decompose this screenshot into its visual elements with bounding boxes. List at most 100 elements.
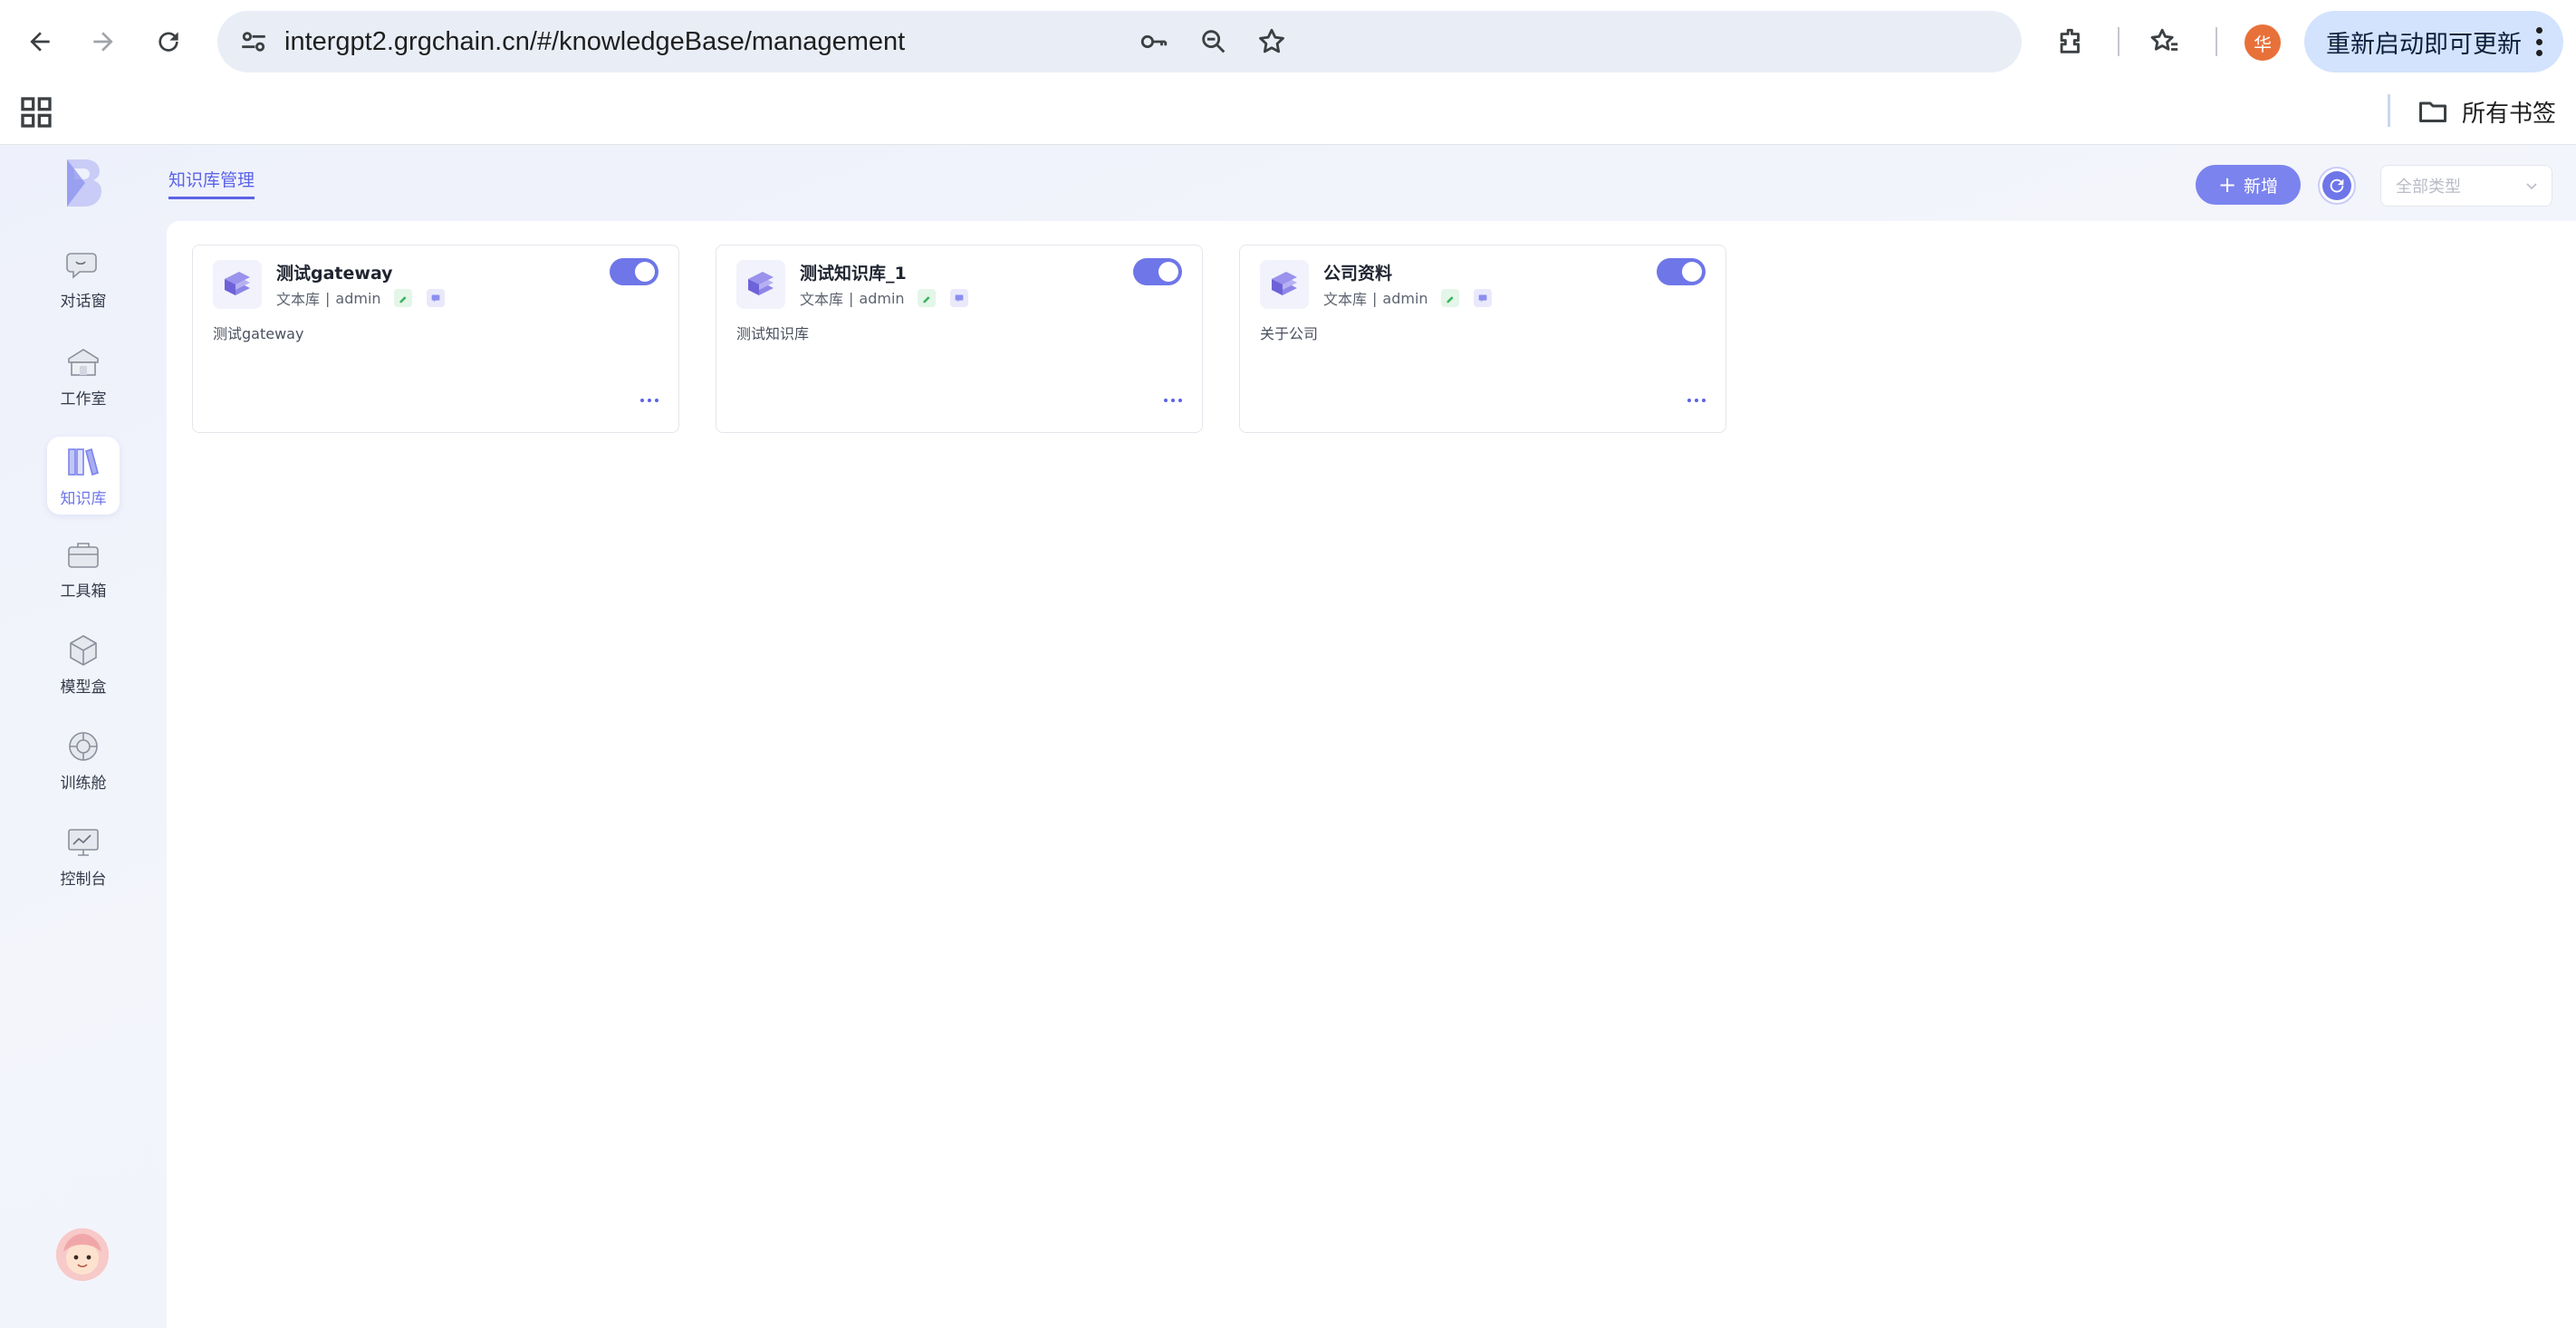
- type-filter-select[interactable]: 全部类型: [2380, 165, 2552, 207]
- edit-icon[interactable]: [393, 289, 412, 307]
- reload-icon: [159, 32, 178, 52]
- back-button[interactable]: [14, 16, 65, 67]
- plus-icon: +: [2217, 172, 2237, 197]
- all-bookmarks-label: 所有书签: [2462, 100, 2557, 128]
- message-icon[interactable]: [426, 289, 445, 307]
- sidebar-item-training[interactable]: 训练舱: [47, 721, 120, 799]
- toolbar-divider: [2216, 27, 2217, 56]
- sidebar-item-studio[interactable]: 工作室: [47, 337, 120, 415]
- card-title: 测试知识库_1: [800, 264, 907, 284]
- sidebar-label: 工作室: [60, 390, 107, 409]
- bookmarks-bar: 所有书签: [0, 83, 2576, 145]
- sidebar-item-chat[interactable]: 对话窗: [47, 239, 120, 317]
- folder-icon: [2419, 101, 2446, 122]
- more-menu-icon[interactable]: [2536, 27, 2543, 56]
- user-avatar-icon: [56, 1228, 109, 1281]
- reading-list-star-icon[interactable]: [2139, 16, 2190, 67]
- card-owner: admin: [335, 289, 381, 307]
- studio-icon: [68, 349, 99, 376]
- card-meta: 文本库 | admin: [800, 287, 968, 309]
- sidebar-label: 训练舱: [60, 775, 107, 793]
- main-area: 知识库管理 + 新增 全部类型 测试gateway 文本库 | admin 测试…: [167, 145, 2576, 1328]
- relaunch-update-button[interactable]: 重新启动即可更新: [2304, 11, 2563, 72]
- card-meta: 文本库 | admin: [276, 287, 445, 309]
- card-title: 公司资料: [1323, 264, 1393, 284]
- console-icon: [68, 829, 99, 856]
- card-type: 文本库: [276, 291, 321, 308]
- sidebar-item-toolbox[interactable]: 工具箱: [47, 529, 120, 607]
- model-box-icon: [70, 635, 97, 666]
- knowledge-card[interactable]: 公司资料 文本库 | admin 关于公司: [1239, 245, 1726, 433]
- toolbar-divider: [2118, 27, 2119, 56]
- sidebar: 对话窗 工作室 知识库 工具箱 模型盒 训练舱 控制台: [0, 145, 167, 1328]
- refresh-button[interactable]: [2318, 167, 2356, 205]
- tab-knowledge-base-management[interactable]: 知识库管理: [168, 167, 255, 199]
- book-stack-icon: [213, 260, 262, 309]
- books-icon: [68, 447, 99, 476]
- message-icon[interactable]: [949, 289, 968, 307]
- url-text[interactable]: intergpt2.grgchain.cn/#/knowledgeBase/ma…: [284, 11, 905, 72]
- reload-button[interactable]: [143, 16, 194, 67]
- add-label: 新增: [2244, 176, 2279, 197]
- more-options-icon[interactable]: [1164, 394, 1182, 407]
- more-options-icon[interactable]: [640, 394, 658, 407]
- meta-separator: |: [325, 289, 331, 307]
- address-bar[interactable]: intergpt2.grgchain.cn/#/knowledgeBase/ma…: [217, 11, 2022, 72]
- card-grid: 测试gateway 文本库 | admin 测试gateway 测试知识库_1: [167, 221, 2576, 1328]
- sidebar-item-console[interactable]: 控制台: [47, 817, 120, 895]
- forward-button[interactable]: [78, 16, 129, 67]
- card-type: 文本库: [1323, 291, 1368, 308]
- knowledge-card[interactable]: 测试gateway 文本库 | admin 测试gateway: [192, 245, 679, 433]
- chevron-down-icon: [2526, 183, 2537, 190]
- sidebar-label: 控制台: [60, 871, 107, 889]
- training-icon: [69, 732, 98, 761]
- card-description: 测试知识库: [736, 325, 810, 342]
- apps-grid-icon[interactable]: [18, 94, 54, 130]
- app-root: 对话窗 工作室 知识库 工具箱 模型盒 训练舱 控制台 知识库管理 + 新增 全…: [0, 145, 2576, 1328]
- toolbox-icon: [68, 543, 99, 568]
- sidebar-item-model-box[interactable]: 模型盒: [47, 625, 120, 703]
- update-label: 重新启动即可更新: [2326, 30, 2522, 59]
- card-description: 测试gateway: [213, 325, 304, 342]
- meta-separator: |: [1372, 289, 1378, 307]
- arrow-left-icon: [30, 32, 50, 52]
- card-owner: admin: [1382, 289, 1428, 307]
- refresh-icon: [2322, 171, 2351, 200]
- add-button[interactable]: + 新增: [2196, 165, 2301, 205]
- meta-separator: |: [849, 289, 854, 307]
- bookmark-star-icon[interactable]: [1254, 24, 1290, 60]
- card-owner: admin: [859, 289, 905, 307]
- sidebar-item-knowledge-base[interactable]: 知识库: [47, 437, 120, 515]
- sidebar-label: 对话窗: [60, 293, 107, 311]
- edit-icon[interactable]: [917, 289, 936, 307]
- book-stack-icon: [1260, 260, 1309, 309]
- card-title: 测试gateway: [276, 264, 393, 284]
- card-type: 文本库: [800, 291, 844, 308]
- all-bookmarks-button[interactable]: 所有书签: [2417, 89, 2556, 134]
- type-filter-placeholder: 全部类型: [2396, 178, 2461, 197]
- chat-icon: [66, 253, 97, 279]
- message-icon[interactable]: [1473, 289, 1492, 307]
- site-settings-icon[interactable]: [235, 24, 272, 60]
- enable-toggle[interactable]: [1133, 258, 1182, 285]
- enable-toggle[interactable]: [1657, 258, 1706, 285]
- user-avatar[interactable]: [56, 1228, 109, 1281]
- sidebar-label: 模型盒: [60, 678, 107, 697]
- book-stack-icon: [736, 260, 785, 309]
- sidebar-label: 知识库: [60, 490, 107, 508]
- profile-avatar[interactable]: 华: [2244, 24, 2281, 61]
- extensions-icon[interactable]: [2045, 16, 2096, 67]
- edit-icon[interactable]: [1440, 289, 1459, 307]
- card-description: 关于公司: [1260, 325, 1319, 342]
- bookmarks-divider: [2388, 94, 2390, 127]
- knowledge-card[interactable]: 测试知识库_1 文本库 | admin 测试知识库: [716, 245, 1203, 433]
- browser-toolbar: intergpt2.grgchain.cn/#/knowledgeBase/ma…: [0, 0, 2576, 83]
- app-logo-icon: [67, 159, 101, 207]
- more-options-icon[interactable]: [1687, 394, 1706, 407]
- zoom-icon[interactable]: [1196, 24, 1232, 60]
- sidebar-label: 工具箱: [60, 582, 107, 601]
- enable-toggle[interactable]: [610, 258, 658, 285]
- password-key-icon[interactable]: [1136, 24, 1172, 60]
- arrow-right-icon: [93, 32, 113, 52]
- card-meta: 文本库 | admin: [1323, 287, 1492, 309]
